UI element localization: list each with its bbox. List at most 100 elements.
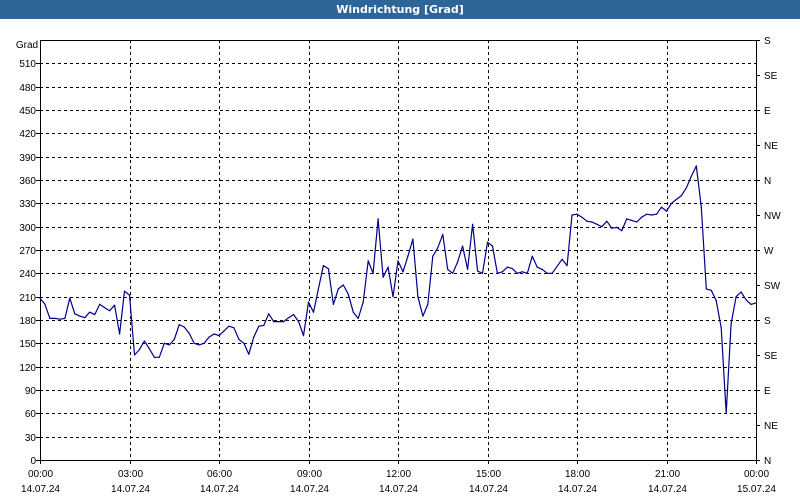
data-point — [422, 315, 424, 317]
y2-tick-label: SE — [764, 351, 778, 362]
x-tick-time: 06:00 — [207, 469, 232, 480]
data-point — [312, 311, 315, 313]
data-point — [39, 297, 41, 299]
data-point — [437, 247, 439, 249]
data-point — [715, 300, 717, 302]
y2-tick-label: S — [764, 36, 771, 47]
data-point — [153, 356, 155, 358]
data-point — [581, 216, 583, 218]
data-point — [705, 288, 707, 290]
data-point — [69, 297, 71, 299]
y2-tick-label: NE — [764, 141, 778, 152]
x-tick-time: 00:00 — [744, 469, 769, 480]
data-point — [128, 294, 131, 296]
data-point — [347, 293, 349, 295]
y-tick-label: 480 — [19, 83, 36, 94]
y-axis-label: Grad — [16, 40, 38, 51]
data-point — [427, 303, 429, 305]
y-tick-label: 150 — [19, 339, 36, 350]
data-point — [531, 255, 533, 257]
y-tick-label: 120 — [19, 363, 36, 374]
data-point — [636, 221, 638, 223]
y-tick-label: 300 — [19, 223, 36, 234]
data-point — [223, 330, 225, 332]
data-point — [606, 220, 608, 222]
data-point — [109, 310, 111, 312]
data-point — [188, 332, 190, 334]
y-axis-ticks: 0 30 60 90 120 150 180 210 240 270 300 330 360 390 420… — [19, 59, 40, 467]
y2-tick-label: N — [764, 176, 771, 187]
data-point — [447, 268, 449, 270]
data-point — [621, 230, 623, 232]
data-point — [566, 265, 568, 267]
data-point — [238, 338, 240, 340]
data-point — [203, 342, 205, 344]
y2-tick-label: NE — [764, 421, 778, 432]
data-point — [591, 221, 593, 223]
data-point — [586, 220, 588, 222]
y-tick-label: 420 — [19, 129, 36, 140]
data-point — [84, 317, 86, 319]
data-point — [148, 348, 150, 350]
data-point — [397, 260, 399, 262]
y2-tick-label: SW — [764, 281, 781, 292]
x-tick-time: 03:00 — [118, 469, 143, 480]
x-tick-time: 18:00 — [565, 469, 590, 480]
data-point — [626, 218, 628, 220]
data-point — [412, 238, 414, 240]
data-point — [218, 335, 220, 337]
data-point — [432, 255, 434, 257]
data-point — [298, 321, 300, 323]
y-tick-label: 210 — [19, 293, 36, 304]
data-point — [442, 233, 444, 235]
data-point — [123, 290, 126, 292]
chart-area: 0 30 60 90 120 150 180 210 240 270 300 330 360 390 420… — [16, 36, 781, 495]
x-tick-date: 14.07.24 — [469, 484, 508, 495]
data-point — [114, 304, 116, 306]
data-point — [258, 325, 260, 327]
data-point — [119, 333, 121, 335]
data-point — [143, 340, 145, 342]
data-point — [263, 324, 265, 326]
y2-tick-label: W — [764, 246, 774, 257]
grid-lines — [40, 40, 756, 460]
data-point — [417, 296, 419, 298]
y-tick-label: 30 — [25, 433, 37, 444]
data-point — [183, 326, 185, 328]
data-point — [59, 318, 61, 320]
data-point — [173, 338, 175, 340]
data-point — [467, 268, 469, 270]
data-point — [377, 218, 379, 220]
data-point — [94, 314, 96, 316]
data-point — [496, 272, 498, 274]
data-point — [158, 356, 160, 358]
data-point — [307, 301, 310, 303]
y-tick-label: 0 — [30, 456, 36, 467]
data-point — [74, 313, 76, 315]
data-point — [327, 268, 329, 270]
data-point — [730, 323, 732, 325]
data-point — [233, 327, 235, 329]
y2-tick-label: E — [764, 106, 771, 117]
data-point — [750, 303, 752, 305]
data-point — [178, 324, 180, 326]
data-point — [601, 226, 603, 228]
x-tick-time: 00:00 — [28, 469, 53, 480]
data-point — [571, 214, 573, 216]
data-point — [208, 336, 210, 338]
data-point — [481, 272, 484, 274]
x-tick-time: 12:00 — [386, 469, 411, 480]
data-point — [213, 333, 215, 335]
data-point — [367, 260, 369, 262]
data-point — [332, 303, 334, 305]
x-tick-date: 14.07.24 — [290, 484, 329, 495]
data-point — [641, 216, 643, 218]
x-tick-time: 21:00 — [655, 469, 680, 480]
data-point — [541, 268, 543, 270]
data-point — [745, 299, 747, 301]
data-point — [685, 187, 688, 189]
data-point — [740, 291, 742, 293]
data-point — [631, 219, 633, 221]
data-point — [452, 272, 454, 274]
data-point — [556, 265, 558, 267]
